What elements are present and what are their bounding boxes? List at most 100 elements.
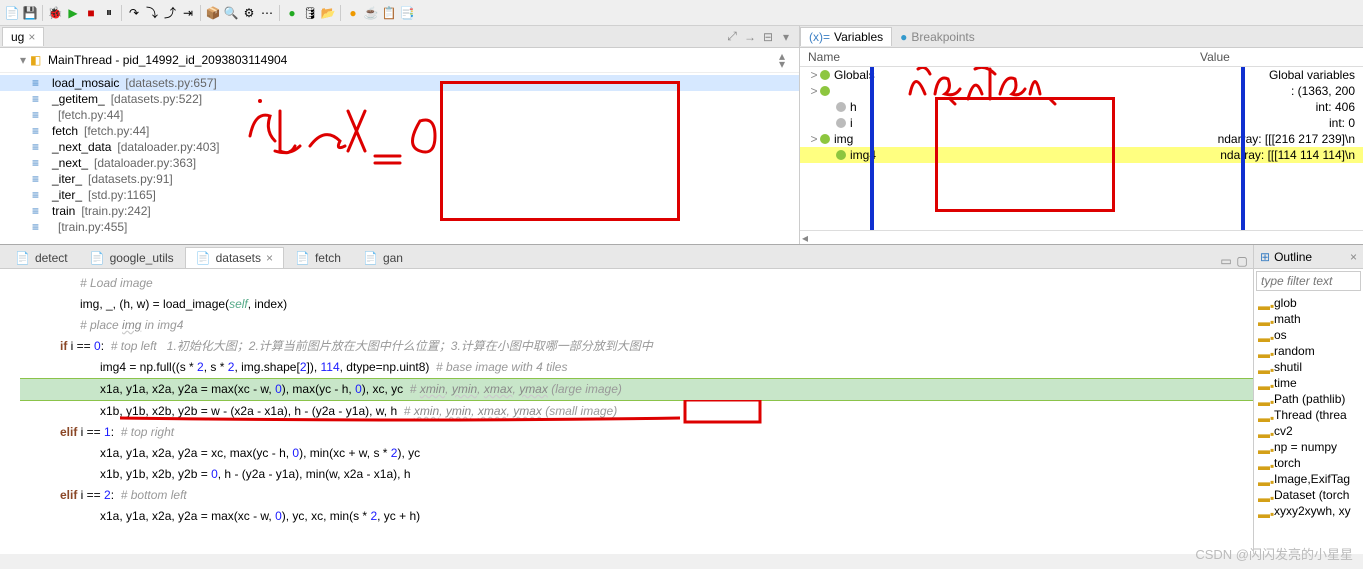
outline-item[interactable]: ▬▪Image,ExifTag — [1258, 471, 1359, 487]
toolbar-btn[interactable]: 🐞 — [47, 5, 63, 21]
toolbar-icon[interactable]: ⤢ — [725, 30, 739, 44]
stack-frame[interactable]: ≡_next_ [dataloader.py:363] — [0, 155, 799, 171]
stack-frame[interactable]: ≡load_mosaic [datasets.py:657] — [0, 75, 799, 91]
scroll-left-icon[interactable]: ◂ — [802, 231, 808, 245]
outline-item[interactable]: ▬▪os — [1258, 327, 1359, 343]
toolbar-btn[interactable]: 💾 — [22, 5, 38, 21]
frame-name: fetch — [52, 124, 78, 138]
stack-frame[interactable]: ≡ [train.py:455] — [0, 219, 799, 235]
toolbar-btn[interactable]: ⤴ — [162, 5, 178, 21]
toolbar-btn[interactable]: ☕ — [363, 5, 379, 21]
variables-panel: (x)= Variables ● Breakpoints Name Value … — [800, 26, 1363, 244]
toolbar-btn[interactable]: 📋 — [381, 5, 397, 21]
variable-row[interactable]: hint: 406 — [800, 99, 1363, 115]
editor-tab[interactable]: 📄detect — [4, 247, 79, 268]
toolbar-icon[interactable]: ▾ — [779, 30, 793, 44]
stack-frame[interactable]: ≡_iter_ [datasets.py:91] — [0, 171, 799, 187]
variable-row[interactable]: >imgndarray: [[[216 217 239]\n — [800, 131, 1363, 147]
toolbar-btn[interactable]: 🔍 — [223, 5, 239, 21]
stack-frame[interactable]: ≡ [fetch.py:44] — [0, 107, 799, 123]
outline-item[interactable]: ▬▪torch — [1258, 455, 1359, 471]
outline-item[interactable]: ▬▪Dataset (torch — [1258, 487, 1359, 503]
outline-label: Thread (threa — [1274, 408, 1347, 422]
toolbar-btn[interactable]: ● — [345, 5, 361, 21]
maximize-icon[interactable]: ▢ — [1235, 254, 1249, 268]
minimize-icon[interactable]: ▭ — [1219, 254, 1233, 268]
outline-filter-input[interactable] — [1256, 271, 1361, 291]
toolbar-btn[interactable]: 📂 — [320, 5, 336, 21]
editor-tab[interactable]: 📄datasets× — [185, 247, 284, 268]
editor-tabs: 📄detect📄google_utils📄datasets×📄fetch📄gan… — [0, 245, 1253, 269]
editor-tab[interactable]: 📄fetch — [284, 247, 352, 268]
frame-name: train — [52, 204, 75, 218]
toolbar-btn[interactable]: 📑 — [399, 5, 415, 21]
expand-icon[interactable]: > — [808, 132, 820, 146]
outline-item[interactable]: ▬▪np = numpy — [1258, 439, 1359, 455]
outline-tab[interactable]: ⊞ Outline × — [1254, 245, 1363, 269]
variables-icon: (x)= — [809, 30, 830, 44]
toolbar-btn[interactable]: 🛢 — [302, 5, 318, 21]
thread-row[interactable]: ▾ ◧ MainThread - pid_14992_id_2093803114… — [0, 48, 799, 73]
python-file-icon: 📄 — [90, 251, 105, 265]
editor-tab[interactable]: 📄gan — [352, 247, 414, 268]
tab-label: google_utils — [110, 251, 174, 265]
frame-location: [dataloader.py:403] — [117, 140, 219, 154]
chevron-down-icon[interactable]: ▾ — [20, 53, 26, 67]
variables-tab[interactable]: (x)= Variables — [800, 27, 892, 46]
python-file-icon: 📄 — [363, 251, 378, 265]
outline-item[interactable]: ▬▪random — [1258, 343, 1359, 359]
outline-item[interactable]: ▬▪xyxy2xywh, xy — [1258, 503, 1359, 519]
outline-item[interactable]: ▬▪glob — [1258, 295, 1359, 311]
breakpoints-tab[interactable]: ● Breakpoints — [892, 28, 983, 46]
variable-row[interactable]: >GlobalsGlobal variables — [800, 67, 1363, 83]
variable-row[interactable]: img4ndarray: [[[114 114 114]\n — [800, 147, 1363, 163]
import-icon: ▬▪ — [1258, 459, 1270, 467]
stack-frame[interactable]: ≡_next_data [dataloader.py:403] — [0, 139, 799, 155]
stack-frame[interactable]: ≡fetch [fetch.py:44] — [0, 123, 799, 139]
frame-icon: ≡ — [32, 156, 46, 170]
toolbar-btn[interactable]: ↷ — [126, 5, 142, 21]
editor-tab[interactable]: 📄 google_utils — [79, 247, 185, 268]
toolbar-btn[interactable]: ● — [284, 5, 300, 21]
toolbar-btn[interactable]: ⇥ — [180, 5, 196, 21]
toolbar-btn[interactable]: 📦 — [205, 5, 221, 21]
toolbar-icon[interactable]: ⊟ — [761, 30, 775, 44]
frame-location: [datasets.py:522] — [111, 92, 202, 106]
toolbar-btn[interactable]: ⏸ — [101, 5, 117, 21]
expand-icon[interactable]: > — [808, 68, 820, 82]
python-file-icon: 📄 — [15, 251, 30, 265]
import-icon: ▬▪ — [1258, 443, 1270, 451]
outline-item[interactable]: ▬▪Thread (threa — [1258, 407, 1359, 423]
outline-item[interactable]: ▬▪math — [1258, 311, 1359, 327]
debug-tab[interactable]: ug × — [2, 27, 44, 46]
variable-row[interactable]: >: (1363, 200 — [800, 83, 1363, 99]
outline-item[interactable]: ▬▪cv2 — [1258, 423, 1359, 439]
editor-body[interactable]: # Load image img, _, (h, w) = load_image… — [0, 269, 1253, 554]
outline-item[interactable]: ▬▪shutil — [1258, 359, 1359, 375]
outline-label: shutil — [1274, 360, 1302, 374]
stack-frame[interactable]: ≡train [train.py:242] — [0, 203, 799, 219]
outline-icon: ⊞ — [1260, 250, 1270, 264]
stack-frame[interactable]: ≡_iter_ [std.py:1165] — [0, 187, 799, 203]
toolbar-btn[interactable]: ■ — [83, 5, 99, 21]
toolbar-btn[interactable]: ⚙ — [241, 5, 257, 21]
outline-item[interactable]: ▬▪time — [1258, 375, 1359, 391]
outline-item[interactable]: ▬▪Path (pathlib) — [1258, 391, 1359, 407]
toolbar-btn[interactable]: ▶ — [65, 5, 81, 21]
toolbar-btn[interactable]: ⤵ — [144, 5, 160, 21]
import-icon: ▬▪ — [1258, 475, 1270, 483]
close-icon[interactable]: × — [28, 30, 35, 44]
var-dot-icon — [836, 118, 846, 128]
expand-icon[interactable]: > — [808, 84, 820, 98]
variable-row[interactable]: iint: 0 — [800, 115, 1363, 131]
toolbar-icon[interactable]: → — [743, 30, 757, 44]
hscroll[interactable]: ◂ — [800, 230, 1363, 244]
close-icon[interactable]: × — [1350, 250, 1357, 264]
stack-frame[interactable]: ≡_getitem_ [datasets.py:522] — [0, 91, 799, 107]
close-icon[interactable]: × — [266, 251, 273, 265]
toolbar-btn[interactable]: 📄 — [4, 5, 20, 21]
toolbar-btn[interactable]: ⋯ — [259, 5, 275, 21]
nav-arrows[interactable]: ▴▾ — [779, 52, 791, 68]
frame-location: [train.py:455] — [58, 220, 127, 234]
import-icon: ▬▪ — [1258, 427, 1270, 435]
